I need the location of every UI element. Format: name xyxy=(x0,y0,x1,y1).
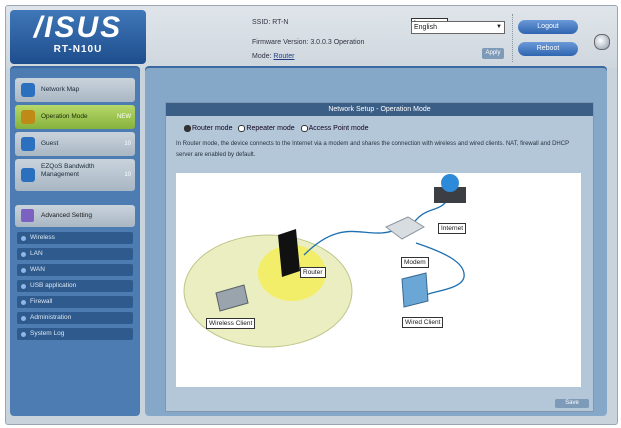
radio-dot xyxy=(184,125,191,132)
page-title: Network Setup - Operation Mode xyxy=(166,103,593,116)
radio-dot xyxy=(300,125,308,132)
sidebar-sub-label: Firewall xyxy=(30,298,53,305)
operation-mode-icon xyxy=(21,110,35,124)
language-selector: Language English ▼ xyxy=(411,18,505,34)
language-select[interactable]: English ▼ xyxy=(411,21,505,34)
sidebar-item-guest[interactable]: Guest 10 xyxy=(15,132,135,156)
radio-label: Access Point mode xyxy=(308,125,369,133)
radio-ap-mode[interactable]: Access Point mode xyxy=(300,125,371,133)
language-value: English xyxy=(414,24,437,31)
logout-button[interactable]: Logout xyxy=(518,20,578,34)
sidebar: Network Map Operation Mode NEW Guest 10 … xyxy=(10,68,140,416)
radio-dot xyxy=(238,125,246,132)
sidebar-item-bandwidth[interactable]: EZQoS Bandwidth Management 10 xyxy=(15,159,135,191)
globe-icon xyxy=(441,174,459,192)
sidebar-item-badge: NEW xyxy=(117,114,131,120)
modem-device-icon xyxy=(385,216,425,240)
radio-router-mode[interactable]: Router mode xyxy=(184,125,234,132)
mode-line: Mode: Router xyxy=(252,50,364,64)
advanced-setting-header: Advanced Setting xyxy=(15,205,135,227)
sidebar-sub-label: System Log xyxy=(30,330,65,337)
radio-repeater-mode[interactable]: Repeater mode xyxy=(238,125,296,132)
internet-label: Internet xyxy=(438,223,467,234)
topology-svg xyxy=(183,174,466,348)
apply-language-button[interactable]: Apply xyxy=(482,48,504,59)
modem-label: Modem xyxy=(401,257,429,268)
sidebar-sub-label: LAN xyxy=(30,250,43,257)
tools-icon xyxy=(21,209,34,222)
model-text: RT-N10U xyxy=(53,44,103,55)
sidebar-sub-label: Wireless xyxy=(30,234,55,241)
reboot-button[interactable]: Reboot xyxy=(518,42,578,56)
operation-mode-panel: Network Setup - Operation Mode Router mo… xyxy=(165,102,594,412)
bullet-icon xyxy=(21,300,26,305)
header-info: SSID: RT-N Firmware Version: 3.0.0.3 Ope… xyxy=(252,16,364,64)
sidebar-item-administration[interactable]: Administration xyxy=(17,312,133,324)
desktop-computer-icon xyxy=(401,272,429,308)
header: /ISUS RT-N10U SSID: RT-N Firmware Versio… xyxy=(6,6,617,68)
sidebar-item-label: Network Map xyxy=(41,86,80,93)
sidebar-item-network-map[interactable]: Network Map xyxy=(15,78,135,102)
firmware-line: Firmware Version: 3.0.0.3 Operation xyxy=(252,39,365,46)
router-label: Router xyxy=(300,267,326,278)
sidebar-item-lan[interactable]: LAN xyxy=(17,248,133,260)
sidebar-item-badge: 10 xyxy=(124,172,131,178)
asus-logo[interactable]: /ISUS RT-N10U xyxy=(10,10,146,64)
mode-radio-group: Router mode Repeater mode Access Point m… xyxy=(184,125,373,132)
globe-icon[interactable] xyxy=(594,34,610,50)
sidebar-item-badge: 10 xyxy=(124,141,131,147)
brand-text: /ISUS xyxy=(33,11,123,44)
sidebar-item-firewall[interactable]: Firewall xyxy=(17,296,133,308)
bullet-icon xyxy=(21,332,26,337)
ssid-line: SSID: RT-N xyxy=(252,19,289,26)
bullet-icon xyxy=(21,252,26,257)
bullet-icon xyxy=(21,316,26,321)
chevron-down-icon: ▼ xyxy=(496,24,502,30)
sidebar-item-label: EZQoS Bandwidth Management xyxy=(41,163,95,178)
sidebar-item-usb-application[interactable]: USB application xyxy=(17,280,133,292)
sidebar-item-wan[interactable]: WAN xyxy=(17,264,133,276)
sidebar-item-operation-mode[interactable]: Operation Mode NEW xyxy=(15,105,135,129)
radio-label: Repeater mode xyxy=(246,125,295,133)
header-divider xyxy=(512,14,513,62)
mode-description: In Router mode, the device connects to t… xyxy=(176,141,569,158)
bullet-icon xyxy=(21,236,26,241)
guest-icon xyxy=(21,137,35,151)
sidebar-sub-label: WAN xyxy=(30,266,45,273)
advanced-setting-label: Advanced Setting xyxy=(41,212,92,219)
save-button[interactable]: Save xyxy=(555,399,589,408)
mode-prefix: Mode: xyxy=(252,53,274,60)
sidebar-item-system-log[interactable]: System Log xyxy=(17,328,133,340)
sidebar-sub-label: Administration xyxy=(30,314,72,321)
sidebar-sub-label: USB application xyxy=(30,282,77,289)
sidebar-item-wireless[interactable]: Wireless xyxy=(17,232,133,244)
bandwidth-icon xyxy=(21,168,35,182)
sidebar-item-label: Guest xyxy=(41,140,59,147)
mode-link[interactable]: Router xyxy=(273,53,294,60)
radio-label: Router mode xyxy=(192,125,233,133)
wireless-client-label: Wireless Client xyxy=(206,318,256,329)
topology-diagram: Router Modem Internet Wireless Client Wi… xyxy=(176,173,581,387)
network-map-icon xyxy=(21,83,35,97)
sidebar-item-label: Operation Mode xyxy=(41,113,88,120)
bullet-icon xyxy=(21,268,26,273)
bullet-icon xyxy=(21,284,26,289)
wired-client-label: Wired Client xyxy=(402,317,444,328)
